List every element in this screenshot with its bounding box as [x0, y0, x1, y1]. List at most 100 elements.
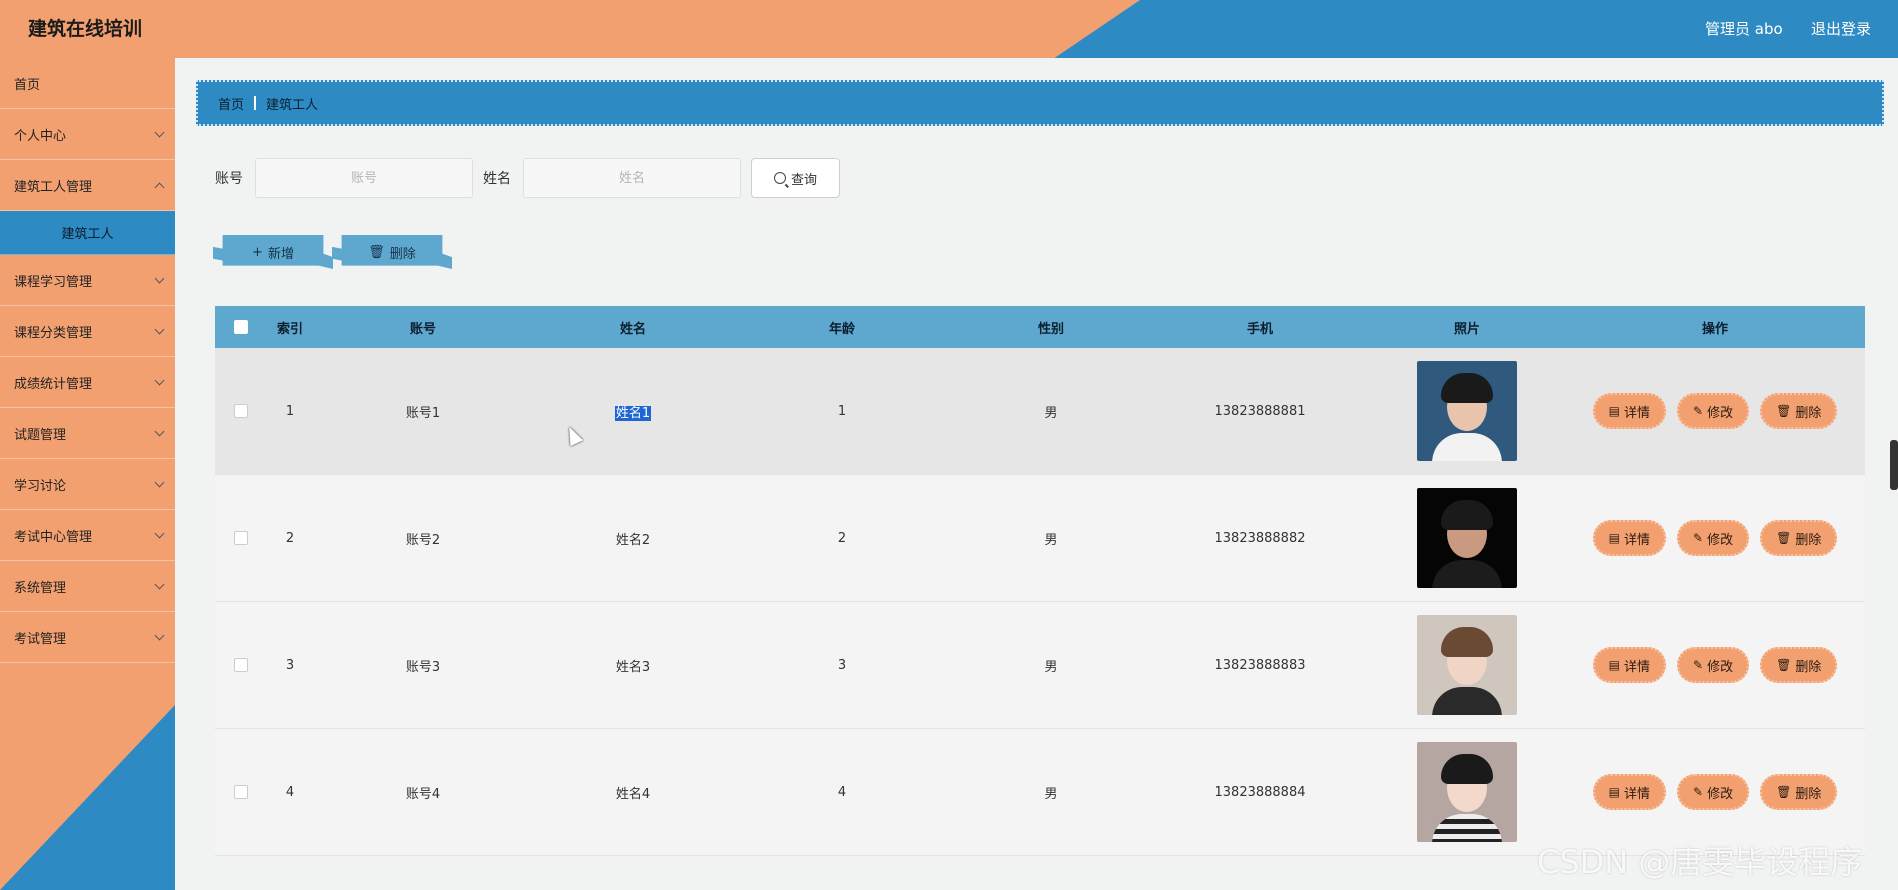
header-index: 索引: [276, 321, 303, 337]
sidebar-item-label: 考试中心管理: [14, 529, 93, 545]
account-search-input[interactable]: [255, 158, 473, 198]
detail-button-label: 详情: [1624, 786, 1651, 802]
sidebar-item-label: 考试管理: [14, 631, 67, 647]
sidebar-item-label: 个人中心: [14, 128, 67, 144]
sidebar-item-home[interactable]: 首页: [0, 58, 175, 109]
edit-button-label: 修改: [1707, 786, 1734, 802]
cell-index: 1: [285, 403, 295, 419]
cell-index: 3: [285, 657, 295, 673]
edit-button[interactable]: ✎ 修改: [1677, 774, 1750, 810]
logout-link[interactable]: 退出登录: [1811, 18, 1871, 39]
add-button-label: 新增: [267, 246, 294, 262]
row-delete-button-label: 删除: [1795, 405, 1822, 421]
row-delete-button[interactable]: 🗑 删除: [1760, 647, 1838, 683]
detail-button[interactable]: ▤ 详情: [1592, 774, 1667, 810]
sidebar-item-score-stats[interactable]: 成绩统计管理: [0, 357, 175, 408]
sidebar-item-label: 建筑工人: [61, 227, 114, 242]
cell-name: 姓名3: [615, 659, 651, 675]
cell-index: 2: [285, 530, 295, 546]
photo-body: [1432, 560, 1502, 588]
select-all-checkbox[interactable]: [234, 320, 248, 334]
pencil-icon: ✎: [1693, 785, 1704, 799]
sidebar-item-exam[interactable]: 考试管理: [0, 612, 175, 663]
detail-button[interactable]: ▤ 详情: [1592, 647, 1667, 683]
cell-age: 2: [837, 530, 847, 546]
name-search-input[interactable]: [523, 158, 741, 198]
query-button[interactable]: 查询: [751, 158, 840, 198]
sidebar-item-course-study[interactable]: 课程学习管理: [0, 255, 175, 306]
row-checkbox-cell: [215, 785, 267, 799]
sidebar: 首页 个人中心 建筑工人管理 建筑工人 课程学习管理 课程分类管理 成绩统计管理…: [0, 58, 175, 890]
sidebar-item-questions[interactable]: 试题管理: [0, 408, 175, 459]
worker-photo: [1417, 361, 1517, 461]
search-icon: [773, 172, 786, 184]
selected-text: 姓名1: [614, 405, 652, 421]
row-checkbox[interactable]: [234, 531, 248, 545]
sidebar-item-discussion[interactable]: 学习讨论: [0, 459, 175, 510]
detail-button[interactable]: ▤ 详情: [1592, 520, 1667, 556]
row-checkbox[interactable]: [234, 785, 248, 799]
sidebar-item-system[interactable]: 系统管理: [0, 561, 175, 612]
name-label: 姓名: [483, 171, 511, 187]
detail-button-label: 详情: [1624, 532, 1651, 548]
header-checkbox-cell: [215, 320, 267, 334]
detail-button[interactable]: ▤ 详情: [1592, 393, 1667, 429]
cell-name: 姓名4: [615, 786, 651, 802]
chevron-down-icon: [154, 528, 165, 539]
photo-hair: [1441, 627, 1493, 657]
sidebar-item-worker-management[interactable]: 建筑工人管理: [0, 160, 175, 211]
chevron-up-icon: [154, 182, 165, 193]
sidebar-item-label: 试题管理: [14, 427, 67, 443]
account-label: 账号: [215, 171, 243, 187]
add-button[interactable]: + 新增: [213, 235, 333, 269]
chevron-down-icon: [154, 273, 165, 284]
edit-button[interactable]: ✎ 修改: [1677, 647, 1750, 683]
breadcrumb-home[interactable]: 首页: [218, 94, 244, 113]
trash-icon: 🗑: [1776, 531, 1792, 545]
edit-button-label: 修改: [1707, 405, 1734, 421]
photo-body: [1432, 433, 1502, 461]
table-header: 索引 账号 姓名 年龄 性别 手机 照片 操作: [215, 306, 1865, 348]
cell-photo: [1369, 361, 1565, 461]
row-checkbox[interactable]: [234, 404, 248, 418]
row-delete-button[interactable]: 🗑 删除: [1760, 520, 1838, 556]
cell-account: 账号3: [405, 659, 441, 675]
user-label: 管理员 abo: [1705, 20, 1783, 38]
delete-button[interactable]: 🗑 删除: [332, 235, 452, 269]
sidebar-item-profile[interactable]: 个人中心: [0, 109, 175, 160]
table-row: 2 账号2 姓名2 2 男 13823888882 ▤ 详情 ✎ 修改 🗑 删除: [215, 475, 1865, 602]
cell-account: 账号2: [405, 532, 441, 548]
cell-phone: 13823888882: [1214, 530, 1306, 546]
sidebar-item-label: 系统管理: [14, 580, 67, 596]
row-delete-button[interactable]: 🗑 删除: [1760, 393, 1838, 429]
top-header: 建筑在线培训 管理员 abo 退出登录: [0, 0, 1898, 58]
row-checkbox[interactable]: [234, 658, 248, 672]
row-checkbox-cell: [215, 658, 267, 672]
trash-icon: 🗑: [1776, 785, 1792, 799]
breadcrumb: 首页 建筑工人: [196, 80, 1884, 126]
worker-photo: [1417, 488, 1517, 588]
pencil-icon: ✎: [1693, 658, 1704, 672]
cell-index: 4: [285, 784, 295, 800]
photo-hair: [1441, 754, 1493, 784]
watermark: CSDN @唐雯毕设程序: [1537, 843, 1863, 881]
row-delete-button[interactable]: 🗑 删除: [1760, 774, 1838, 810]
detail-button-label: 详情: [1624, 659, 1651, 675]
cell-photo: [1369, 615, 1565, 715]
sidebar-subitem-workers[interactable]: 建筑工人: [0, 211, 175, 255]
cell-ops: ▤ 详情 ✎ 修改 🗑 删除: [1565, 520, 1865, 556]
sidebar-item-course-category[interactable]: 课程分类管理: [0, 306, 175, 357]
cell-sex: 男: [1044, 786, 1058, 802]
scrollbar-handle[interactable]: [1890, 440, 1898, 490]
chevron-down-icon: [154, 426, 165, 437]
cell-account: 账号1: [405, 405, 441, 421]
chevron-down-icon: [154, 477, 165, 488]
photo-body: [1432, 687, 1502, 715]
cell-sex: 男: [1044, 532, 1058, 548]
chevron-down-icon: [154, 127, 165, 138]
sidebar-item-exam-center[interactable]: 考试中心管理: [0, 510, 175, 561]
sidebar-item-label: 首页: [14, 77, 41, 93]
edit-button[interactable]: ✎ 修改: [1677, 520, 1750, 556]
edit-button-label: 修改: [1707, 659, 1734, 675]
edit-button[interactable]: ✎ 修改: [1677, 393, 1750, 429]
